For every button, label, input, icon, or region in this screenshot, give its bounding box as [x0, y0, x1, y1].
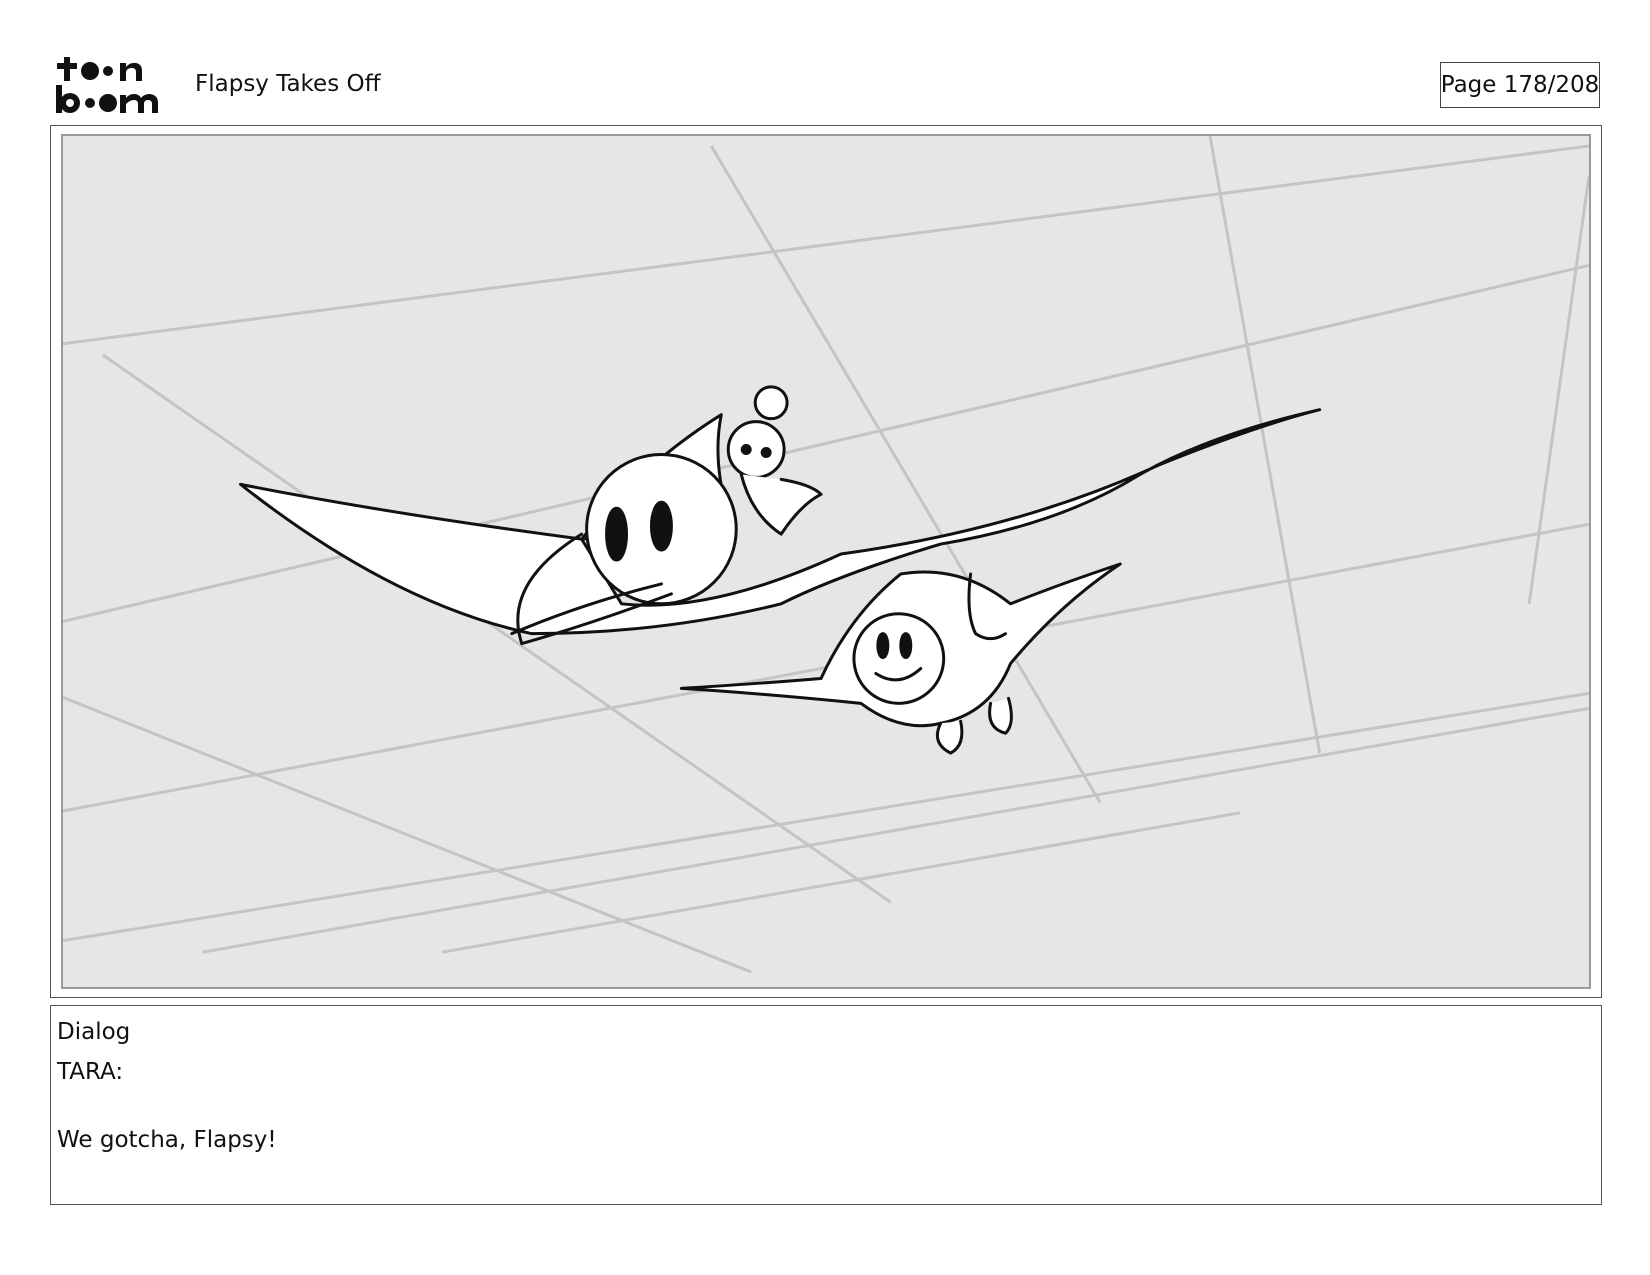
toon-boom-logo	[54, 55, 172, 115]
dialog-line: We gotcha, Flapsy!	[57, 1127, 277, 1153]
page-indicator: Page 178/208	[1440, 62, 1600, 108]
dialog-heading: Dialog	[57, 1019, 131, 1045]
dialog-speaker: TARA:	[57, 1059, 124, 1085]
page-indicator-label: Page 178/208	[1440, 72, 1600, 98]
perspective-grid	[63, 136, 1589, 974]
project-title: Flapsy Takes Off	[195, 71, 381, 97]
storyboard-panel	[61, 134, 1591, 989]
storyboard-sketch	[63, 136, 1589, 974]
dialog-box: Dialog TARA: We gotcha, Flapsy!	[50, 1005, 1602, 1205]
storyboard-panel-frame	[50, 125, 1602, 998]
flapsy-sketch	[239, 385, 1322, 755]
